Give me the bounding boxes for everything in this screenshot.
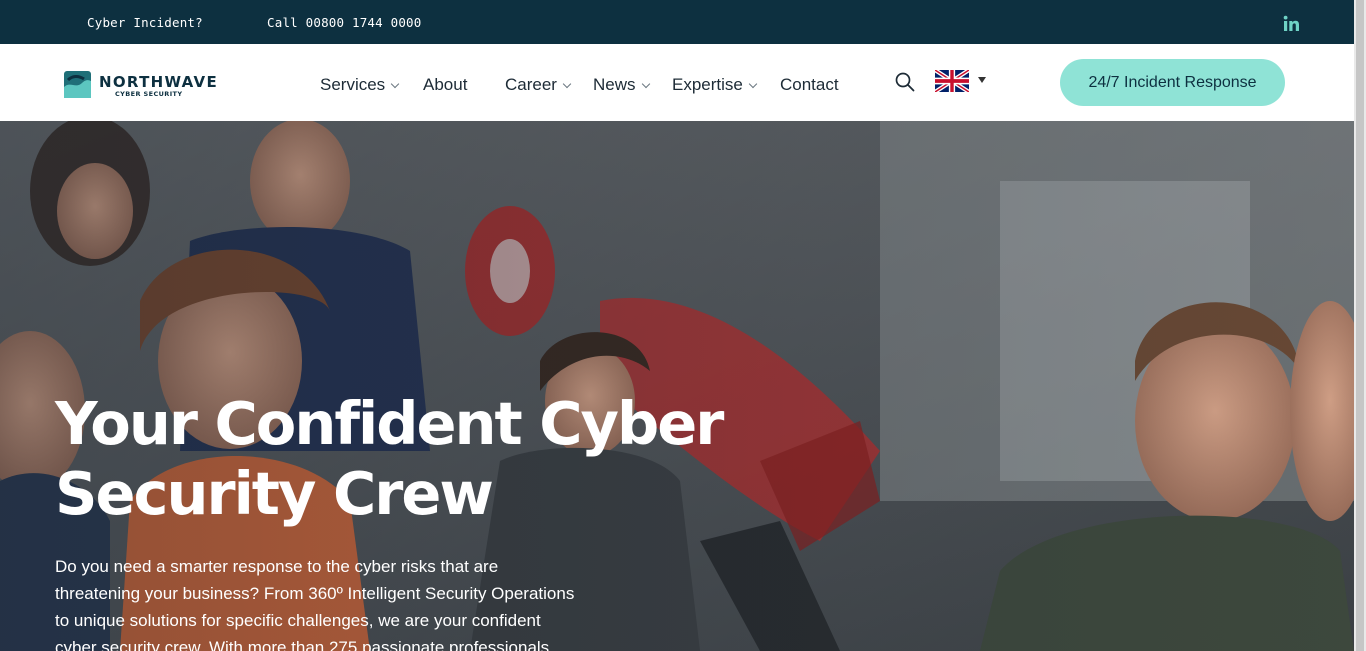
chevron-down-icon [390,79,400,89]
incident-response-button[interactable]: 24/7 Incident Response [1060,59,1285,106]
hero-text-line-1: Do you need a smarter response to the cy… [55,557,499,576]
uk-flag-icon[interactable] [935,70,969,92]
hero-title-line-1: Your Confident Cyber [55,389,724,458]
scrollbar-thumb[interactable] [1356,0,1364,651]
cyber-incident-link[interactable]: Cyber Incident? [87,15,203,30]
linkedin-icon[interactable] [1283,15,1300,32]
logo-wordmark: NORTHWAVE [99,73,218,91]
hero-title-line-2: Security Crew [55,459,494,528]
nav-services[interactable]: Services [320,75,400,95]
nav-career-label: Career [505,75,557,94]
northwave-logo[interactable]: NORTHWAVE CYBER SECURITY [64,71,217,99]
nav-services-label: Services [320,75,386,94]
page: Cyber Incident? Call 00800 1744 0000 NOR… [0,0,1354,651]
chevron-down-icon [562,79,572,89]
nav-contact-label: Contact [780,75,839,94]
nav-about-label: About [423,75,468,94]
main-header: NORTHWAVE CYBER SECURITY Services About … [0,44,1354,121]
phone-link[interactable]: Call 00800 1744 0000 [267,15,422,30]
logo-mark-icon [64,71,91,98]
page-scrollbar[interactable] [1354,0,1366,651]
logo-subtitle: CYBER SECURITY [115,90,183,98]
chevron-down-icon [641,79,650,89]
nav-about[interactable]: About [423,75,467,95]
hero-text-line-2: threatening your business? From 360º Int… [55,584,575,603]
hero-text-line-3: to unique solutions for specific challen… [55,611,541,630]
chevron-down-icon [748,79,758,89]
hero-description: Do you need a smarter response to the cy… [55,553,625,651]
nav-career[interactable]: Career [505,75,572,95]
nav-news-label: News [593,75,636,94]
nav-news[interactable]: News [593,75,650,95]
language-dropdown-caret-icon[interactable] [978,77,986,83]
hero-text-line-4: cyber security crew. With more than 275 … [55,638,550,651]
hero-section: Your Confident Cyber Security Crew Do you… [0,121,1354,651]
top-bar: Cyber Incident? Call 00800 1744 0000 [0,0,1354,44]
nav-contact[interactable]: Contact [780,75,839,95]
nav-expertise-label: Expertise [672,75,743,94]
search-icon[interactable] [894,71,916,93]
nav-expertise[interactable]: Expertise [672,75,758,95]
hero-title: Your Confident Cyber Security Crew [55,389,755,529]
